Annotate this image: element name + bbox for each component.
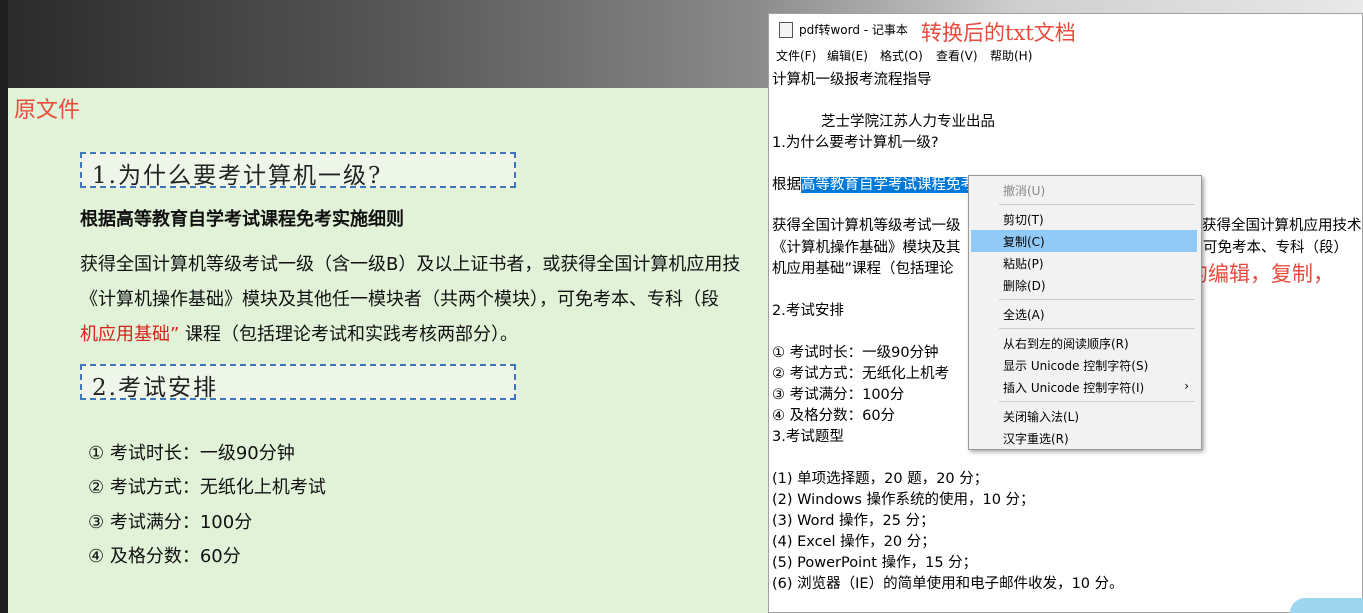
heading-why-exam: 1.为什么要考计算机一级? — [80, 152, 516, 189]
text-line: 2.考试安排 — [772, 303, 844, 319]
txt-annotation: 转换后的txt文档 — [921, 21, 1076, 45]
text-line: (6) 浏览器（IE）的简单使用和电子邮件收发，10 分。 — [772, 576, 1124, 592]
text-line: 芝士学院江苏人力专业出品 — [821, 114, 995, 130]
menu-item-close-ime[interactable]: 关闭输入法(L) — [971, 405, 1197, 427]
menu-edit[interactable]: 编辑(E) — [827, 47, 868, 64]
menu-item-undo[interactable]: 撤消(U) — [971, 179, 1197, 201]
text-line: (5) PowerPoint 操作，15 分； — [772, 555, 978, 571]
heading-exam-schedule: 2.考试安排 — [80, 364, 516, 401]
menu-separator — [999, 328, 1195, 329]
menu-item-delete[interactable]: 删除(D) — [971, 274, 1197, 296]
menu-item-select-all[interactable]: 全选(A) — [971, 303, 1197, 325]
list-item: ④ 及格分数：60分 — [88, 546, 241, 567]
original-file-label: 原文件 — [14, 98, 81, 123]
menu-format[interactable]: 格式(O) — [880, 47, 923, 64]
menu-item-copy[interactable]: 复制(C) — [971, 230, 1197, 252]
menu-view[interactable]: 查看(V) — [936, 47, 978, 64]
paragraph-line-3: 机应用基础” 课程（包括理论考试和实践考核两部分）。 — [80, 320, 518, 346]
text-line: 机应用基础”课程（包括理论 — [772, 261, 954, 277]
menu-item-paste[interactable]: 粘贴(P) — [971, 252, 1197, 274]
menu-item-insert-unicode[interactable]: 插入 Unicode 控制字符(I) › — [971, 376, 1197, 398]
list-item: ② 考试方式：无纸化上机考试 — [88, 477, 326, 498]
menu-bar: 文件(F) 编辑(E) 格式(O) 查看(V) 帮助(H) — [769, 44, 1362, 66]
menu-help[interactable]: 帮助(H) — [990, 47, 1032, 64]
text-line: ③ 考试满分：100分 — [772, 387, 905, 403]
text-line: (1) 单项选择题，20 题，20 分； — [772, 471, 989, 487]
text-line: 获得全国计算机应用技术 — [1202, 218, 1362, 234]
menu-item-reconvert[interactable]: 汉字重选(R) — [971, 427, 1197, 449]
bold-line: 根据高等教育自学考试课程免考实施细则 — [80, 209, 404, 230]
text-line: (4) Excel 操作，20 分； — [772, 534, 936, 550]
context-menu: 撤消(U) 剪切(T) 复制(C) 粘贴(P) 删除(D) 全选(A) 从右到左… — [968, 175, 1202, 450]
chevron-right-icon: › — [1184, 379, 1189, 393]
menu-item-rtl[interactable]: 从右到左的阅读顺序(R) — [971, 332, 1197, 354]
paragraph-line-2: 《计算机操作基础》模块及其他任一模块者（共两个模块），可免考本、专科（段 — [80, 289, 719, 310]
menu-separator — [999, 401, 1195, 402]
text-prefix: 根据 — [772, 177, 801, 193]
text-line: 获得全国计算机等级考试一级 — [772, 218, 961, 234]
text-line: 《计算机操作基础》模块及其 — [772, 240, 961, 256]
window-title: pdf转word - 记事本 — [799, 23, 908, 37]
text-line: 3.考试题型 — [772, 429, 844, 445]
text-line: ② 考试方式：无纸化上机考 — [772, 366, 950, 382]
corner-decoration — [1290, 598, 1363, 613]
insert-unicode-label: 插入 Unicode 控制字符(I) — [1003, 381, 1145, 395]
text-line: 可免考本、专科（段） — [1203, 240, 1348, 256]
menu-separator — [999, 299, 1195, 300]
paragraph-rest: 课程（包括理论考试和实践考核两部分）。 — [179, 324, 519, 345]
text-line: 1.为什么要考计算机一级? — [772, 135, 939, 151]
menu-separator — [999, 204, 1195, 205]
list-item: ① 考试时长：一级90分钟 — [88, 443, 295, 464]
list-item: ③ 考试满分：100分 — [88, 512, 253, 533]
notepad-title-bar[interactable]: pdf转word - 记事本 转换后的txt文档 — [769, 14, 1362, 45]
paragraph-line-1: 获得全国计算机等级考试一级（含一级B）及以上证书者，或获得全国计算机应用技 — [80, 254, 741, 275]
text-line: (2) Windows 操作系统的使用，10 分； — [772, 492, 1035, 508]
original-document: 原文件 1.为什么要考计算机一级? 根据高等教育自学考试课程免考实施细则 获得全… — [8, 88, 768, 613]
text-line: ① 考试时长：一级90分钟 — [772, 345, 939, 361]
menu-item-cut[interactable]: 剪切(T) — [971, 208, 1197, 230]
red-course-text: 机应用基础” — [80, 324, 180, 345]
menu-file[interactable]: 文件(F) — [776, 47, 816, 64]
text-line: ④ 及格分数：60分 — [772, 408, 896, 424]
text-line: 计算机一级报考流程指导 — [772, 72, 932, 88]
left-edge — [0, 0, 8, 613]
menu-item-show-unicode[interactable]: 显示 Unicode 控制字符(S) — [971, 354, 1197, 376]
notepad-icon — [779, 22, 793, 38]
text-line: (3) Word 操作，25 分； — [772, 513, 935, 529]
